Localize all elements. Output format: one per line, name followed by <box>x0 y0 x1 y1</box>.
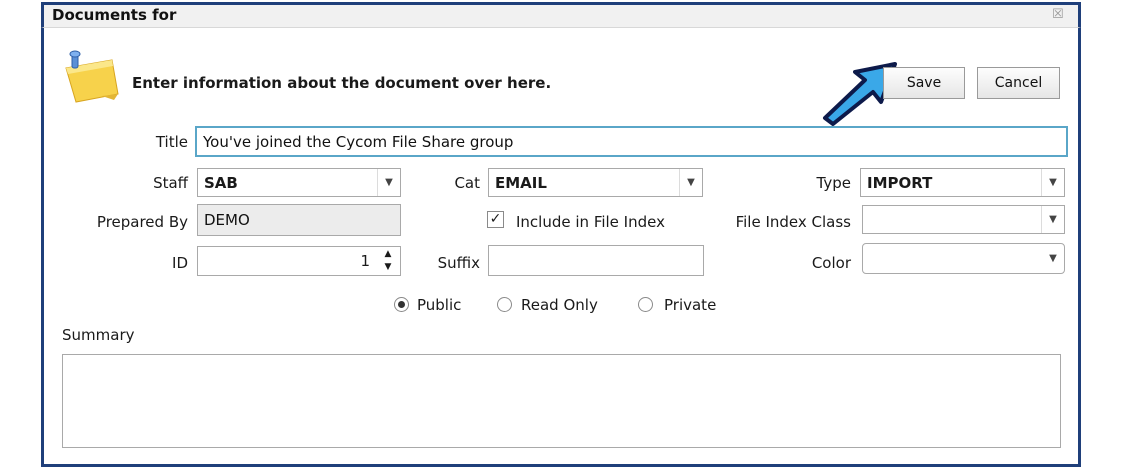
read-only-radio[interactable] <box>497 297 512 312</box>
sticky-note-pin-icon <box>65 50 119 103</box>
suffix-label: Suffix <box>437 254 480 272</box>
chevron-down-icon[interactable]: ▼ <box>1042 244 1064 273</box>
stepper-down-icon[interactable]: ▼ <box>378 261 398 274</box>
window-title: Documents for <box>52 6 177 24</box>
cancel-button[interactable]: Cancel <box>977 67 1060 99</box>
type-value: IMPORT <box>867 173 933 192</box>
suffix-input[interactable] <box>488 245 704 276</box>
title-bar <box>41 2 1081 28</box>
staff-label: Staff <box>153 174 188 192</box>
cat-select[interactable]: EMAIL ▼ <box>488 168 703 197</box>
id-value: 1 <box>360 252 370 270</box>
color-select[interactable]: ▼ <box>862 243 1065 274</box>
title-label: Title <box>155 133 188 151</box>
stepper-up-icon[interactable]: ▲ <box>378 248 398 261</box>
summary-label: Summary <box>62 326 135 344</box>
chevron-down-icon[interactable]: ▼ <box>377 169 400 196</box>
prepared-by-label: Prepared By <box>96 213 188 231</box>
staff-value: SAB <box>204 173 238 192</box>
cat-value: EMAIL <box>495 173 547 192</box>
private-radio[interactable] <box>638 297 653 312</box>
cat-label: Cat <box>454 174 480 192</box>
header-instructions: Enter information about the document ove… <box>132 74 552 92</box>
staff-select[interactable]: SAB ▼ <box>197 168 401 197</box>
prepared-by-field: DEMO <box>197 204 401 236</box>
type-select[interactable]: IMPORT ▼ <box>860 168 1065 197</box>
summary-textarea[interactable] <box>62 354 1061 448</box>
file-index-class-label: File Index Class <box>735 213 851 231</box>
title-input[interactable] <box>195 126 1068 157</box>
color-label: Color <box>811 254 851 272</box>
public-radio[interactable] <box>394 297 409 312</box>
private-label: Private <box>664 296 717 314</box>
include-in-file-index-label: Include in File Index <box>516 213 665 231</box>
id-stepper[interactable]: 1 ▲ ▼ <box>197 246 401 276</box>
save-button[interactable]: Save <box>883 67 965 99</box>
type-label: Type <box>816 174 851 192</box>
chevron-down-icon[interactable]: ▼ <box>679 169 702 196</box>
read-only-label: Read Only <box>521 296 598 314</box>
public-label: Public <box>417 296 462 314</box>
chevron-down-icon[interactable]: ▼ <box>1041 206 1064 233</box>
chevron-down-icon[interactable]: ▼ <box>1041 169 1064 196</box>
file-index-class-select[interactable]: ▼ <box>862 205 1065 234</box>
include-in-file-index-checkbox[interactable]: ✓ <box>487 211 504 228</box>
id-label: ID <box>172 254 188 272</box>
close-icon[interactable]: ☒ <box>1052 8 1064 21</box>
